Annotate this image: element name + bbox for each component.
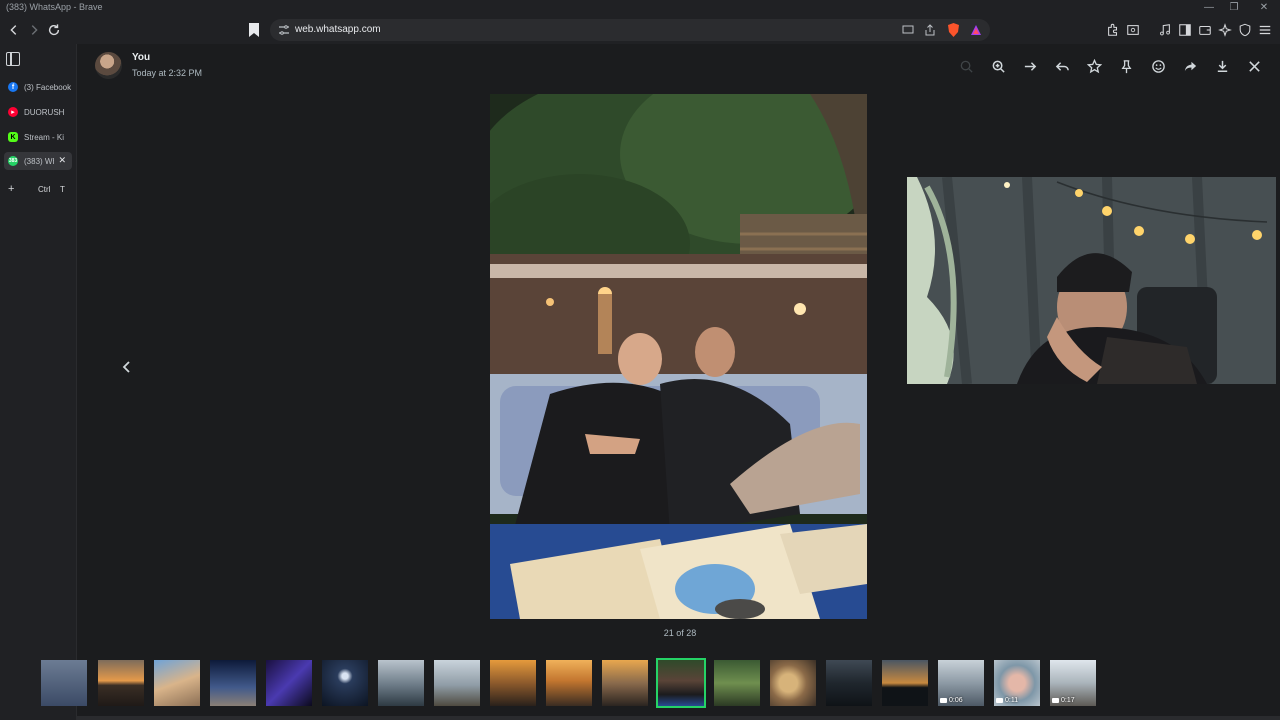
sidebar-toggle-icon[interactable] <box>1175 20 1195 40</box>
vertical-tabs-sidebar: f (3) Facebook ▸ DUORUSH K Stream - Ki 3… <box>0 44 77 720</box>
tab-whatsapp[interactable]: 383 (383) WhatsApp ✕ <box>4 152 72 170</box>
shortcut-ctrl: Ctrl <box>38 184 51 194</box>
thumbnail-video[interactable]: 0:17 <box>1050 660 1096 706</box>
share-icon[interactable] <box>1180 56 1200 76</box>
cast-icon[interactable] <box>902 24 914 36</box>
sidebar-panel-icon[interactable] <box>6 52 20 66</box>
window-title: (383) WhatsApp - Brave <box>6 2 103 12</box>
video-duration: 0:17 <box>1052 697 1075 704</box>
thumbnail-video[interactable]: 0:06 <box>938 660 984 706</box>
thumbnail[interactable] <box>322 660 368 706</box>
thumbnail[interactable] <box>41 660 87 706</box>
previous-media-icon[interactable] <box>118 358 136 376</box>
url-text: web.whatsapp.com <box>295 24 381 35</box>
forward-icon[interactable] <box>24 20 44 40</box>
window-titlebar: (383) WhatsApp - Brave — ❐ ✕ <box>0 0 1280 16</box>
pin-icon[interactable] <box>1116 56 1136 76</box>
thumbnail-video[interactable]: 0:11 <box>994 660 1040 706</box>
download-icon[interactable] <box>1212 56 1232 76</box>
thumbnail[interactable] <box>546 660 592 706</box>
close-window-button[interactable]: ✕ <box>1252 1 1276 15</box>
zoom-in-icon[interactable] <box>988 56 1008 76</box>
thumbnail[interactable] <box>770 660 816 706</box>
sender-name: You <box>132 52 151 63</box>
tab-label: (3) Facebook <box>24 82 72 92</box>
browser-toolbar: web.whatsapp.com <box>0 16 1280 44</box>
close-tab-icon[interactable]: ✕ <box>58 155 66 166</box>
tab-kick[interactable]: K Stream - Ki <box>4 128 72 146</box>
tab-facebook[interactable]: f (3) Facebook <box>4 78 72 96</box>
webcam-overlay <box>907 177 1276 384</box>
site-settings-icon[interactable] <box>278 24 290 36</box>
tab-label: Stream - Ki <box>24 132 65 142</box>
thumbnail[interactable] <box>266 660 312 706</box>
thumbnail[interactable] <box>602 660 648 706</box>
thumbnail[interactable] <box>490 660 536 706</box>
thumbnail[interactable] <box>378 660 424 706</box>
video-duration: 0:06 <box>940 697 963 704</box>
close-icon[interactable] <box>1244 56 1264 76</box>
kick-icon: K <box>8 132 18 142</box>
thumbnail[interactable] <box>882 660 928 706</box>
thumbnail[interactable] <box>714 660 760 706</box>
media-icon[interactable] <box>1155 20 1175 40</box>
video-camera-icon <box>996 698 1003 703</box>
menu-icon[interactable] <box>1255 20 1275 40</box>
avatar[interactable] <box>95 52 122 79</box>
youtube-icon: ▸ <box>8 107 18 117</box>
restore-button[interactable]: ❐ <box>1222 1 1246 15</box>
tab-duorush[interactable]: ▸ DUORUSH <box>4 103 72 121</box>
video-camera-icon <box>1052 698 1059 703</box>
thumbnail-strip: 0:06 0:11 0:17 <box>41 654 1280 714</box>
zoom-out-icon[interactable] <box>956 56 976 76</box>
leo-ai-icon[interactable] <box>1215 20 1235 40</box>
thumbnail[interactable] <box>210 660 256 706</box>
plus-icon: + <box>8 183 15 195</box>
minimize-button[interactable]: — <box>1197 1 1221 15</box>
thumbnail[interactable] <box>154 660 200 706</box>
message-time: Today at 2:32 PM <box>132 68 203 78</box>
thumbnail-scrollbar[interactable] <box>77 716 1280 720</box>
whatsapp-icon: 383 <box>8 156 18 166</box>
back-icon[interactable] <box>4 20 24 40</box>
wallet-icon[interactable] <box>1195 20 1215 40</box>
reload-icon[interactable] <box>44 20 64 40</box>
star-icon[interactable] <box>1084 56 1104 76</box>
shortcut-key: T <box>60 184 65 194</box>
forward-arrow-icon[interactable] <box>1020 56 1040 76</box>
brave-shields-icon[interactable] <box>947 23 960 37</box>
tab-label: (383) WhatsApp <box>24 156 54 166</box>
thumbnail[interactable] <box>434 660 480 706</box>
main-photo <box>490 94 867 619</box>
emoji-icon[interactable] <box>1148 56 1168 76</box>
vpn-icon[interactable] <box>1235 20 1255 40</box>
thumbnail[interactable] <box>826 660 872 706</box>
video-duration: 0:11 <box>996 697 1018 704</box>
thumbnail-selected[interactable] <box>656 658 706 708</box>
brave-rewards-icon[interactable] <box>970 24 982 36</box>
thumbnail[interactable] <box>98 660 144 706</box>
bookmark-icon[interactable] <box>248 23 260 37</box>
media-counter: 21 of 28 <box>663 628 697 638</box>
tab-search-icon[interactable] <box>1123 20 1143 40</box>
tab-label: DUORUSH <box>24 107 65 117</box>
extensions-icon[interactable] <box>1103 20 1123 40</box>
address-bar[interactable]: web.whatsapp.com <box>270 19 990 41</box>
new-tab-button[interactable]: + Ctrl T <box>8 183 73 195</box>
reply-icon[interactable] <box>1052 56 1072 76</box>
facebook-icon: f <box>8 82 18 92</box>
video-camera-icon <box>940 698 947 703</box>
share-page-icon[interactable] <box>924 24 936 36</box>
